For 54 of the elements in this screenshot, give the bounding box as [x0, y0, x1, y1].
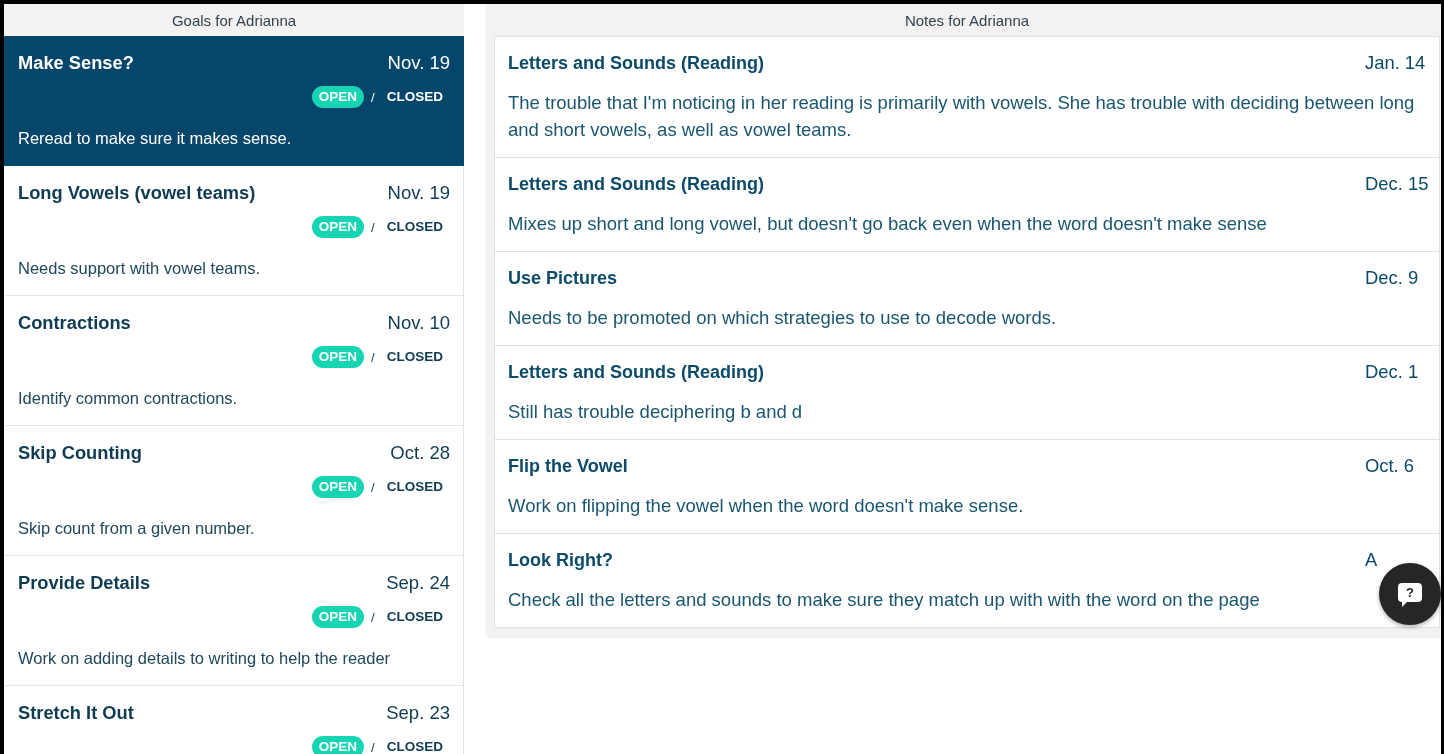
goal-title: Long Vowels (vowel teams) — [18, 182, 256, 204]
goal-date: Nov. 10 — [387, 312, 450, 334]
goal-description: Identify common contractions. — [18, 388, 239, 409]
note-date: Dec. 9 — [1365, 267, 1419, 288]
note-body: Mixes up short and long vowel, but doesn't go back even when the word doesn't make sense — [508, 212, 1267, 236]
note-body: Work on flipping the vowel when the word doesn't make sense. — [508, 494, 1024, 518]
note-title: Letters and Sounds (Reading) — [508, 173, 765, 195]
goal-date: Sep. 24 — [386, 572, 450, 594]
note-date: Oct. 6 — [1365, 455, 1415, 476]
note-title: Letters and Sounds (Reading) — [508, 361, 765, 383]
slash-separator: / — [371, 89, 375, 105]
goal-date: Nov. 19 — [387, 52, 450, 74]
slash-separator: / — [371, 349, 375, 365]
goal-description: Reread to make sure it makes sense. — [18, 128, 293, 149]
note-date: Dec. 1 — [1365, 361, 1419, 382]
slash-separator: / — [371, 609, 375, 625]
note-date: Jan. 14 — [1365, 52, 1426, 73]
panel-title: Goals for Adrianna — [171, 11, 297, 29]
closed-option[interactable]: CLOSED — [379, 346, 450, 368]
closed-option[interactable]: CLOSED — [379, 476, 450, 498]
goal-title: Contractions — [18, 312, 131, 334]
note-body: Needs to be promoted on which strategies to use to decode words. — [508, 306, 1057, 330]
goal-title: Skip Counting — [18, 442, 142, 464]
goal-card[interactable]: Provide Details Sep. 24 OPEN / CLOSED Work on adding details to writing to help the reader — [4, 556, 464, 686]
goal-card[interactable]: Make Sense? Nov. 19 OPEN / CLOSED Reread to make sure it makes sense. — [4, 36, 464, 166]
goal-description: Work on adding details to writing to help the reader — [18, 648, 392, 669]
closed-option[interactable]: CLOSED — [379, 216, 450, 238]
note-title: Letters and Sounds (Reading) — [508, 52, 765, 74]
slash-separator: / — [371, 739, 375, 754]
note-date: A — [1365, 549, 1378, 570]
closed-option[interactable]: CLOSED — [379, 606, 450, 628]
goal-card[interactable]: Contractions Nov. 10 OPEN / CLOSED Identify common contractions. — [4, 296, 464, 426]
goal-title: Provide Details — [18, 572, 151, 594]
goal-date: Nov. 19 — [387, 182, 450, 204]
note-title: Look Right? — [508, 549, 613, 571]
note-body: Still has trouble deciphering b and d — [508, 400, 803, 424]
closed-option[interactable]: CLOSED — [379, 86, 450, 108]
note-body: Check all the letters and sounds to make sure they match up with with the word on the page — [508, 588, 1260, 612]
note-body: The trouble that I'm noticing in her reading is primarily with vowels. She has trouble with deciding between long and short vowels, as well as vowel teams. — [508, 91, 1416, 142]
goal-card[interactable]: Skip Counting Oct. 28 OPEN / CLOSED Skip count from a given number. — [4, 426, 464, 556]
goal-description: Needs support with vowel teams. — [18, 258, 262, 279]
slash-separator: / — [371, 479, 375, 495]
goal-card[interactable]: Long Vowels (vowel teams) Nov. 19 OPEN / CLOSED Needs support with vowel teams. — [4, 166, 464, 296]
note-date: Dec. 15 — [1365, 173, 1429, 194]
goal-description: Skip count from a given number. — [18, 518, 256, 539]
goal-title: Make Sense? — [18, 52, 134, 74]
closed-option[interactable]: CLOSED — [379, 736, 450, 754]
goal-title: Stretch It Out — [18, 702, 134, 724]
panel-title: Notes for Adrianna — [904, 11, 1030, 29]
slash-separator: / — [371, 219, 375, 235]
note-title: Use Pictures — [508, 267, 618, 289]
goal-date: Oct. 28 — [390, 442, 450, 464]
note-title: Flip the Vowel — [508, 455, 628, 477]
goal-date: Sep. 23 — [386, 702, 450, 724]
